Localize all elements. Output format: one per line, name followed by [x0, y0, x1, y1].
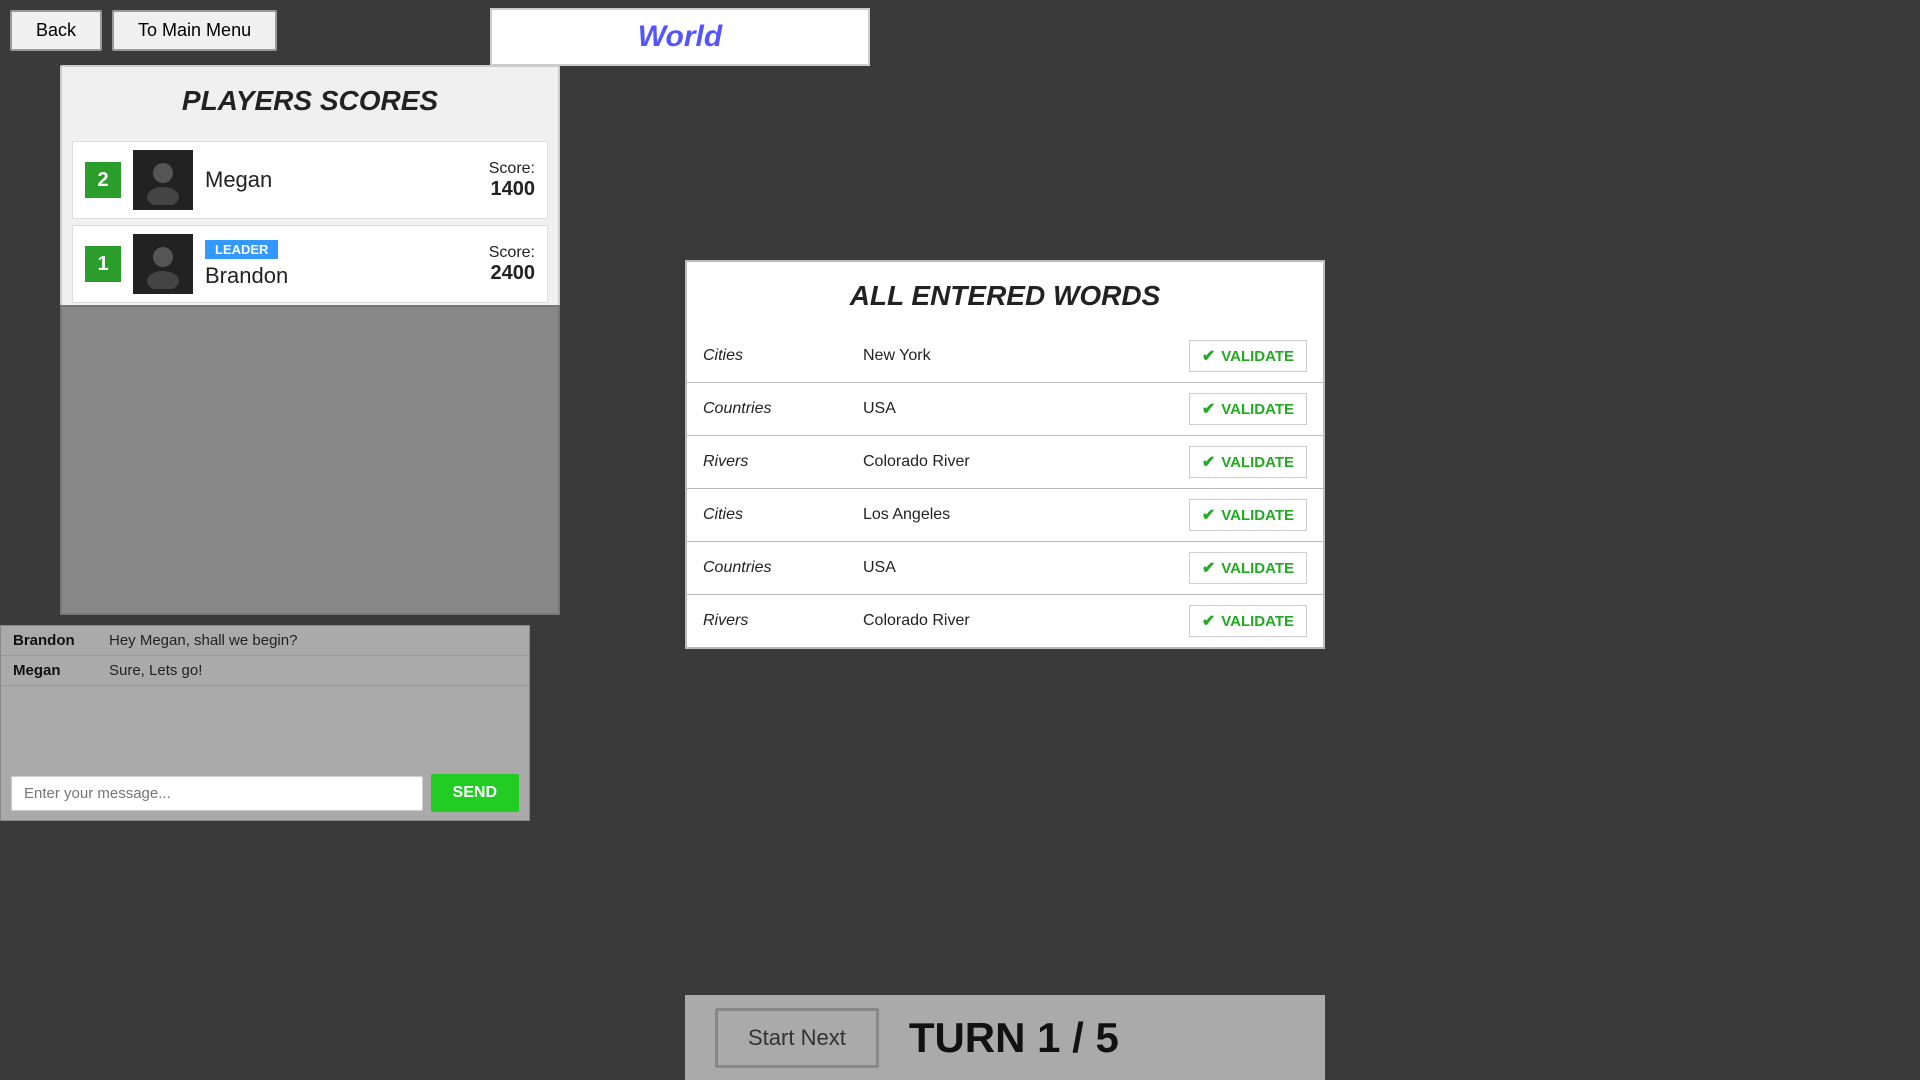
word-category: Countries: [703, 559, 863, 577]
word-row: Rivers Colorado River ✔ VALIDATE: [687, 436, 1323, 489]
avatar: [133, 150, 193, 210]
word-value: USA: [863, 400, 1189, 418]
checkmark-icon: ✔: [1202, 611, 1215, 631]
validate-label: VALIDATE: [1221, 454, 1294, 471]
chat-message: Megan Sure, Lets go!: [1, 656, 529, 686]
player-score: Score: 2400: [489, 244, 535, 285]
word-category: Rivers: [703, 612, 863, 630]
player-rank: 1: [85, 246, 121, 282]
word-value: New York: [863, 347, 1189, 365]
chat-panel: Brandon Hey Megan, shall we begin? Megan…: [0, 625, 530, 821]
chat-messages: Brandon Hey Megan, shall we begin? Megan…: [1, 626, 529, 686]
words-list: Cities New York ✔ VALIDATE Countries USA…: [687, 330, 1323, 647]
word-category: Countries: [703, 400, 863, 418]
validate-label: VALIDATE: [1221, 560, 1294, 577]
send-button[interactable]: SEND: [431, 774, 519, 812]
validate-label: VALIDATE: [1221, 613, 1294, 630]
word-row: Countries USA ✔ VALIDATE: [687, 383, 1323, 436]
player-info: LEADER Brandon: [205, 240, 477, 289]
grey-area: [60, 305, 560, 615]
validate-button[interactable]: ✔ VALIDATE: [1189, 393, 1307, 425]
word-row: Countries USA ✔ VALIDATE: [687, 542, 1323, 595]
bottom-bar: Start Next TURN 1 / 5: [685, 995, 1325, 1080]
chat-empty-space: [1, 686, 529, 766]
start-next-button[interactable]: Start Next: [715, 1008, 879, 1068]
word-category: Cities: [703, 506, 863, 524]
top-bar: Back To Main Menu: [10, 10, 277, 51]
score-value: 2400: [489, 262, 535, 285]
word-row: Cities New York ✔ VALIDATE: [687, 330, 1323, 383]
avatar: [133, 234, 193, 294]
chat-text: Hey Megan, shall we begin?: [109, 632, 297, 649]
chat-input-row: SEND: [1, 766, 529, 820]
checkmark-icon: ✔: [1202, 558, 1215, 578]
player-row: 2 Megan Score: 1400: [72, 141, 548, 219]
word-category: Rivers: [703, 453, 863, 471]
word-row: Rivers Colorado River ✔ VALIDATE: [687, 595, 1323, 647]
validate-button[interactable]: ✔ VALIDATE: [1189, 552, 1307, 584]
checkmark-icon: ✔: [1202, 452, 1215, 472]
player-score: Score: 1400: [489, 160, 535, 201]
validate-button[interactable]: ✔ VALIDATE: [1189, 605, 1307, 637]
turn-indicator: TURN 1 / 5: [909, 1014, 1119, 1062]
player-rank: 2: [85, 162, 121, 198]
chat-text: Sure, Lets go!: [109, 662, 202, 679]
word-row: Cities Los Angeles ✔ VALIDATE: [687, 489, 1323, 542]
players-panel: PLAYERS SCORES 2 Megan Score: 1400 1: [60, 65, 560, 311]
leader-badge: LEADER: [205, 240, 278, 259]
validate-button[interactable]: ✔ VALIDATE: [1189, 340, 1307, 372]
words-panel-title: ALL ENTERED WORDS: [687, 262, 1323, 330]
chat-sender: Megan: [13, 662, 93, 679]
word-value: USA: [863, 559, 1189, 577]
validate-label: VALIDATE: [1221, 507, 1294, 524]
validate-button[interactable]: ✔ VALIDATE: [1189, 499, 1307, 531]
players-list: 2 Megan Score: 1400 1 LEADER: [62, 141, 558, 303]
players-panel-title: PLAYERS SCORES: [62, 67, 558, 135]
word-value: Los Angeles: [863, 506, 1189, 524]
validate-label: VALIDATE: [1221, 348, 1294, 365]
player-info: Megan: [205, 167, 477, 193]
score-label: Score:: [489, 160, 535, 178]
validate-label: VALIDATE: [1221, 401, 1294, 418]
checkmark-icon: ✔: [1202, 399, 1215, 419]
back-button[interactable]: Back: [10, 10, 102, 51]
word-value: Colorado River: [863, 453, 1189, 471]
chat-message: Brandon Hey Megan, shall we begin?: [1, 626, 529, 656]
player-name: Brandon: [205, 263, 477, 289]
word-value: Colorado River: [863, 612, 1189, 630]
chat-input[interactable]: [11, 776, 423, 811]
word-category: Cities: [703, 347, 863, 365]
words-panel: ALL ENTERED WORDS Cities New York ✔ VALI…: [685, 260, 1325, 649]
main-menu-button[interactable]: To Main Menu: [112, 10, 277, 51]
world-title: World: [638, 20, 722, 53]
score-label: Score:: [489, 244, 535, 262]
validate-button[interactable]: ✔ VALIDATE: [1189, 446, 1307, 478]
world-title-box: World: [490, 8, 870, 66]
score-value: 1400: [489, 178, 535, 201]
chat-sender: Brandon: [13, 632, 93, 649]
checkmark-icon: ✔: [1202, 346, 1215, 366]
checkmark-icon: ✔: [1202, 505, 1215, 525]
player-name: Megan: [205, 167, 477, 193]
player-row: 1 LEADER Brandon Score: 2400: [72, 225, 548, 303]
